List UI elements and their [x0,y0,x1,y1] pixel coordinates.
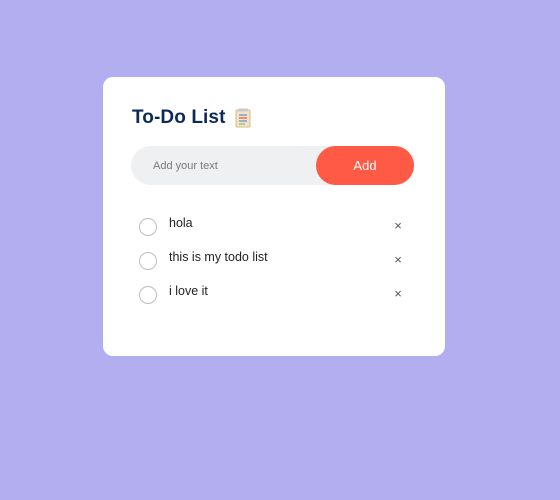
todo-text[interactable]: hola [169,216,193,230]
todo-card: To-Do List Add hola × this is my todo li… [103,77,445,356]
todo-item: this is my todo list × [133,242,416,276]
title-row: To-Do List [132,105,415,131]
checkbox-circle-icon[interactable] [139,218,157,236]
checkbox-circle-icon[interactable] [139,252,157,270]
close-icon[interactable]: × [390,285,406,301]
todo-item: i love it × [133,276,416,310]
notepad-icon [234,108,252,128]
close-icon[interactable]: × [390,217,406,233]
todo-text[interactable]: this is my todo list [169,250,268,264]
add-todo-row: Add [131,146,414,185]
todo-text-input[interactable] [131,146,323,185]
checkbox-circle-icon[interactable] [139,286,157,304]
todo-list: hola × this is my todo list × i love it … [133,208,416,310]
close-icon[interactable]: × [390,251,406,267]
add-button[interactable]: Add [316,146,414,185]
page-title: To-Do List [132,107,226,128]
todo-item: hola × [133,208,416,242]
todo-text[interactable]: i love it [169,284,208,298]
